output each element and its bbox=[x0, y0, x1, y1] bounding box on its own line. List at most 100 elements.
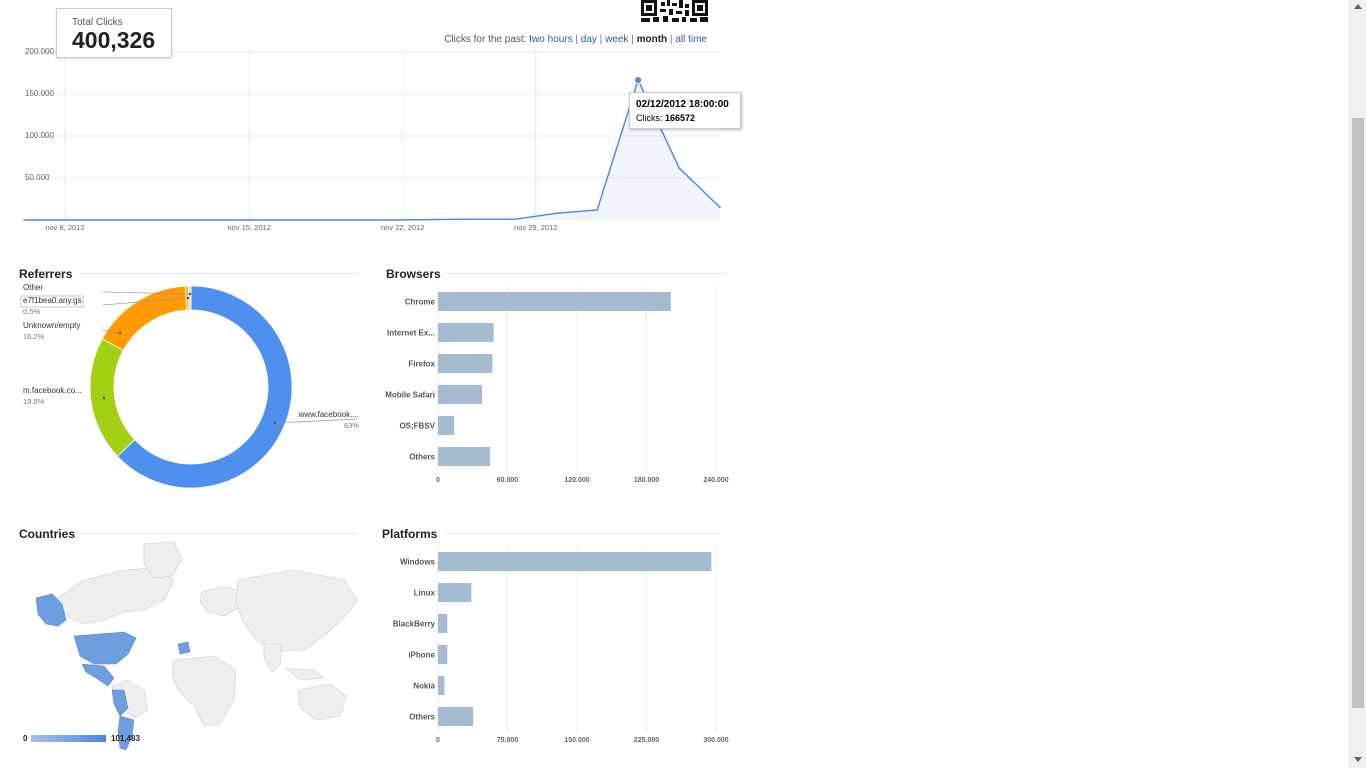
donut-percent-label: 19.9% bbox=[23, 397, 45, 406]
tooltip-clicks: Clicks: 166572 bbox=[636, 113, 695, 123]
map-legend-max: 101,483 bbox=[111, 734, 140, 743]
bar bbox=[438, 447, 491, 466]
period-separator: | bbox=[599, 34, 603, 45]
bar-category-label: OS;FBSV bbox=[399, 422, 435, 431]
period-all-time-link[interactable]: all time bbox=[675, 34, 707, 45]
x-tick-label: nov 15, 2012 bbox=[227, 223, 270, 232]
map-legend-min: 0 bbox=[23, 734, 28, 743]
scrollbar-thumb[interactable] bbox=[1352, 118, 1364, 708]
platforms-bar-chart[interactable]: 0 75.000 150.000 225.000 300.000 Windows Linux… bbox=[370, 540, 745, 755]
map-region-mexico bbox=[81, 663, 115, 687]
period-selector: Clicks for the past: two hours | day | w… bbox=[444, 34, 707, 45]
x-tick-label: 120.000 bbox=[564, 477, 589, 484]
clicks-line-chart[interactable]: 50.000 100.000 150.000 200.000 nov 8, 2012 no… bbox=[0, 48, 745, 238]
x-tick-label: nov 29, 2012 bbox=[514, 223, 557, 232]
referrers-divider bbox=[80, 273, 358, 274]
donut-percent-label: 0.5% bbox=[23, 307, 40, 316]
map-region-india bbox=[263, 643, 283, 673]
data-point bbox=[719, 206, 721, 209]
scroll-up-arrow-icon[interactable] bbox=[1354, 4, 1362, 9]
donut-percent-label: 63% bbox=[344, 421, 359, 430]
data-point bbox=[146, 219, 148, 221]
x-tick-label: 240.000 bbox=[703, 477, 728, 484]
x-tick-label: 180.000 bbox=[634, 477, 659, 484]
period-separator: | bbox=[575, 34, 578, 45]
donut-category-label: Other bbox=[23, 283, 43, 292]
donut-label-anchor bbox=[118, 331, 122, 335]
donut-percent-label: 16.2% bbox=[23, 332, 45, 341]
bar-category-label: Windows bbox=[400, 558, 436, 567]
donut-category-label: e7f1bea0.any.gs bbox=[23, 296, 82, 305]
data-point bbox=[596, 209, 598, 211]
period-separator: | bbox=[669, 34, 673, 45]
bar-category-label: Mobile Safari bbox=[385, 391, 435, 400]
period-day-link[interactable]: day bbox=[581, 34, 597, 45]
x-tick-label: nov 22, 2012 bbox=[381, 223, 424, 232]
page-scrollbar[interactable] bbox=[1349, 0, 1366, 768]
referrers-donut-chart[interactable]: www.facebook.... 63% m.facebook.co... 19.9%… bbox=[0, 280, 370, 500]
data-point bbox=[391, 219, 394, 221]
bar bbox=[438, 323, 494, 342]
total-clicks-value: 400,326 bbox=[72, 27, 156, 53]
x-tick-label: 0 bbox=[436, 737, 440, 744]
tooltip-clicks-value: 166572 bbox=[665, 113, 696, 123]
platforms-divider bbox=[446, 533, 721, 534]
data-point bbox=[473, 218, 476, 220]
y-tick-label: 100.000 bbox=[25, 131, 54, 140]
bar bbox=[438, 614, 448, 633]
bar-category-label: Others bbox=[409, 713, 435, 722]
period-week-link[interactable]: week bbox=[605, 34, 628, 45]
bar bbox=[438, 292, 671, 311]
period-month-active[interactable]: month bbox=[637, 34, 668, 45]
bar bbox=[438, 354, 493, 373]
donut-label-anchor bbox=[186, 296, 190, 300]
bar-category-label: Linux bbox=[414, 589, 436, 598]
bar-category-label: Firefox bbox=[408, 360, 435, 369]
x-tick-label: nov 8, 2012 bbox=[45, 223, 84, 232]
donut-slice bbox=[89, 338, 136, 457]
total-clicks-box: Total Clicks 400,326 bbox=[56, 8, 172, 58]
bar bbox=[438, 707, 474, 726]
scroll-down-arrow-icon[interactable] bbox=[1354, 757, 1362, 762]
map-region-africa bbox=[171, 655, 237, 727]
countries-divider bbox=[80, 533, 358, 534]
data-point bbox=[309, 219, 312, 221]
map-region-argentina-chile bbox=[117, 715, 135, 750]
donut-category-label: www.facebook.... bbox=[298, 410, 359, 419]
data-point bbox=[186, 219, 189, 221]
x-tick-label: 150.000 bbox=[564, 737, 589, 744]
x-tick-label: 225.000 bbox=[634, 737, 659, 744]
data-point bbox=[105, 219, 107, 221]
qr-code-icon[interactable] bbox=[641, 0, 708, 22]
donut-label-anchor bbox=[273, 421, 277, 425]
x-tick-label: 0 bbox=[436, 477, 440, 484]
data-point bbox=[350, 219, 353, 221]
map-region-indonesia bbox=[285, 667, 325, 681]
x-tick-label: 300.000 bbox=[703, 737, 728, 744]
bar-category-label: Chrome bbox=[405, 298, 436, 307]
map-region-europe bbox=[199, 585, 243, 617]
bar bbox=[438, 583, 472, 602]
data-point bbox=[432, 218, 435, 221]
map-region-australia bbox=[297, 683, 347, 721]
countries-world-map[interactable] bbox=[24, 540, 360, 750]
data-point bbox=[64, 219, 66, 221]
period-two-hours-link[interactable]: two hours bbox=[529, 34, 572, 45]
bar-category-label: iPhone bbox=[408, 651, 435, 660]
browsers-bar-chart[interactable]: 0 60.000 120.000 180.000 240.000 Chrome Intern… bbox=[370, 280, 745, 495]
map-region-iberia bbox=[177, 641, 191, 655]
y-tick-label: 50.000 bbox=[25, 173, 50, 182]
data-point bbox=[678, 167, 680, 169]
data-point bbox=[555, 212, 558, 215]
browsers-title: Browsers bbox=[386, 267, 441, 281]
y-tick-label: 150.000 bbox=[25, 89, 54, 98]
tooltip-clicks-label: Clicks: bbox=[636, 113, 663, 123]
bar bbox=[438, 552, 712, 571]
map-region-asia bbox=[235, 569, 359, 653]
bar bbox=[438, 645, 448, 664]
bar-category-label: Others bbox=[409, 453, 435, 462]
bar-category-label: Internet Ex... bbox=[387, 329, 435, 338]
map-legend-gradient bbox=[31, 735, 106, 742]
bar-category-label: BlackBerry bbox=[393, 620, 436, 629]
data-point bbox=[514, 218, 517, 220]
